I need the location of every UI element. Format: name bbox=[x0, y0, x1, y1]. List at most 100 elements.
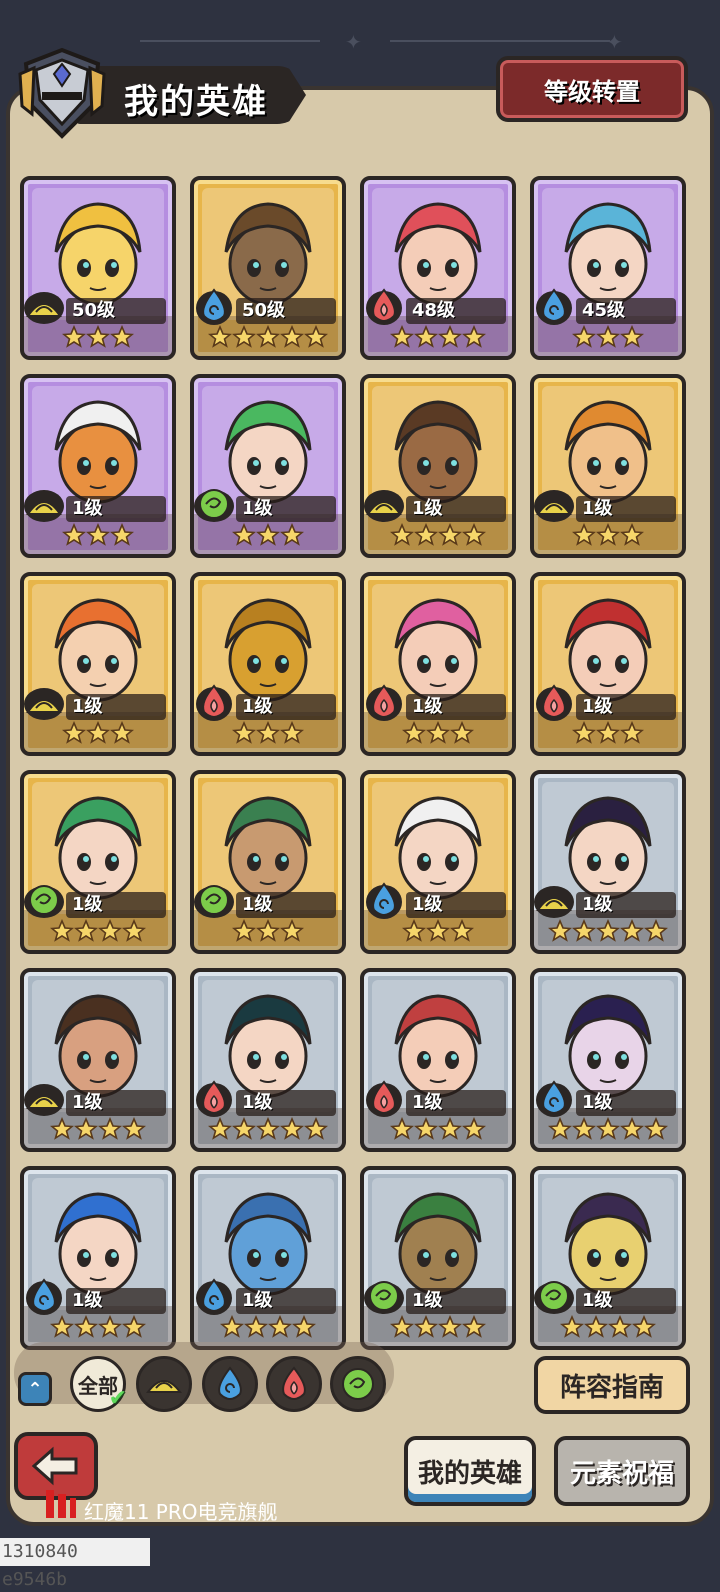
hero-card[interactable]: 1级 bbox=[190, 1166, 346, 1350]
star-icon bbox=[86, 523, 110, 546]
tab-element-blessing[interactable]: 元素祝福 bbox=[554, 1436, 690, 1506]
lineup-guide-button[interactable]: 阵容指南 bbox=[534, 1356, 690, 1414]
filter-wind-button[interactable] bbox=[330, 1356, 386, 1412]
wind-icon bbox=[534, 1281, 574, 1314]
hero-card[interactable]: 1级 bbox=[20, 374, 176, 558]
star-icon bbox=[620, 721, 644, 744]
water-icon bbox=[366, 882, 402, 919]
star-icon bbox=[572, 721, 596, 744]
star-rating bbox=[534, 520, 682, 550]
hero-card[interactable]: 50级 bbox=[190, 176, 346, 360]
star-icon bbox=[414, 325, 438, 348]
star-rating bbox=[364, 718, 512, 748]
star-icon bbox=[438, 1117, 462, 1140]
star-icon bbox=[122, 919, 146, 942]
tab-my-heroes[interactable]: 我的英雄 bbox=[404, 1436, 536, 1506]
hero-card[interactable]: 1级 bbox=[20, 572, 176, 756]
star-icon bbox=[620, 325, 644, 348]
filter-water-button[interactable] bbox=[202, 1356, 258, 1412]
hero-card[interactable]: 1级 bbox=[530, 770, 686, 954]
star-icon bbox=[390, 523, 414, 546]
star-icon bbox=[110, 721, 134, 744]
filter-earth-button[interactable] bbox=[136, 1356, 192, 1412]
hero-level: 1级 bbox=[406, 892, 506, 918]
hero-level: 1级 bbox=[406, 496, 506, 522]
hero-level: 1级 bbox=[66, 892, 166, 918]
star-icon bbox=[268, 1315, 292, 1338]
star-icon bbox=[414, 1117, 438, 1140]
hero-card[interactable]: 1级 bbox=[530, 374, 686, 558]
star-icon bbox=[632, 1315, 656, 1338]
level-transfer-button[interactable]: 等级转置 bbox=[496, 56, 688, 122]
hero-card[interactable]: 1级 bbox=[20, 968, 176, 1152]
hero-card[interactable]: 1级 bbox=[190, 968, 346, 1152]
hero-level: 1级 bbox=[66, 694, 166, 720]
star-icon bbox=[256, 721, 280, 744]
hero-card[interactable]: 1级 bbox=[530, 1166, 686, 1350]
hero-card[interactable]: 1级 bbox=[360, 1166, 516, 1350]
hero-card[interactable]: 50级 bbox=[20, 176, 176, 360]
star-icon bbox=[280, 721, 304, 744]
hero-card[interactable]: 1级 bbox=[360, 374, 516, 558]
hero-card[interactable]: 48级 bbox=[360, 176, 516, 360]
filter-all-button[interactable]: 全部 ✔ bbox=[70, 1356, 127, 1412]
water-icon bbox=[196, 288, 232, 325]
earth-icon bbox=[534, 886, 574, 918]
hero-card[interactable]: 45级 bbox=[530, 176, 686, 360]
hero-card[interactable]: 1级 bbox=[190, 572, 346, 756]
star-icon bbox=[232, 721, 256, 744]
collapse-toggle-button[interactable]: ⌃ bbox=[18, 1372, 52, 1406]
star-rating bbox=[534, 322, 682, 352]
star-icon bbox=[450, 919, 474, 942]
filter-fire-button[interactable] bbox=[266, 1356, 322, 1412]
hero-card[interactable]: 1级 bbox=[190, 374, 346, 558]
star-rating bbox=[534, 1312, 682, 1342]
water-icon bbox=[26, 1278, 62, 1315]
hero-level: 1级 bbox=[66, 1288, 166, 1314]
wind-icon bbox=[364, 1281, 404, 1314]
star-icon bbox=[548, 1117, 572, 1140]
hero-level: 1级 bbox=[576, 496, 676, 522]
star-icon bbox=[390, 1315, 414, 1338]
star-icon bbox=[256, 1117, 280, 1140]
hero-card[interactable]: 1级 bbox=[530, 968, 686, 1152]
water-icon bbox=[536, 288, 572, 325]
earth-icon bbox=[24, 490, 64, 522]
star-icon bbox=[110, 523, 134, 546]
helmet-icon bbox=[18, 47, 106, 139]
hero-card[interactable]: 1级 bbox=[20, 1166, 176, 1350]
star-icon bbox=[462, 1117, 486, 1140]
star-icon bbox=[74, 1117, 98, 1140]
page-title: 我的英雄 bbox=[124, 82, 268, 122]
water-icon bbox=[218, 1366, 242, 1400]
fire-icon bbox=[366, 684, 402, 721]
star-icon bbox=[208, 1117, 232, 1140]
hero-card[interactable]: 1级 bbox=[360, 572, 516, 756]
star-icon bbox=[438, 523, 462, 546]
star-icon bbox=[110, 325, 134, 348]
hero-card[interactable]: 1级 bbox=[360, 968, 516, 1152]
hero-card[interactable]: 1级 bbox=[20, 770, 176, 954]
star-icon bbox=[256, 325, 280, 348]
star-icon bbox=[596, 919, 620, 942]
fire-icon bbox=[196, 684, 232, 721]
star-icon bbox=[220, 1315, 244, 1338]
hero-card[interactable]: 1级 bbox=[530, 572, 686, 756]
star-icon bbox=[98, 919, 122, 942]
device-caption: 红魔11 PRO电竞旗舰 bbox=[84, 1500, 278, 1524]
fire-icon bbox=[196, 1080, 232, 1117]
header: 我的英雄 bbox=[16, 44, 316, 140]
star-icon bbox=[644, 919, 668, 942]
star-rating bbox=[194, 1312, 342, 1342]
star-icon bbox=[644, 1117, 668, 1140]
star-icon bbox=[244, 1315, 268, 1338]
star-icon bbox=[50, 919, 74, 942]
hero-level: 1级 bbox=[236, 892, 336, 918]
hero-level: 45级 bbox=[576, 298, 676, 324]
star-icon bbox=[304, 1117, 328, 1140]
hero-level: 1级 bbox=[236, 1288, 336, 1314]
star-icon bbox=[596, 1117, 620, 1140]
hero-card[interactable]: 1级 bbox=[190, 770, 346, 954]
earth-icon bbox=[364, 490, 404, 522]
hero-card[interactable]: 1级 bbox=[360, 770, 516, 954]
